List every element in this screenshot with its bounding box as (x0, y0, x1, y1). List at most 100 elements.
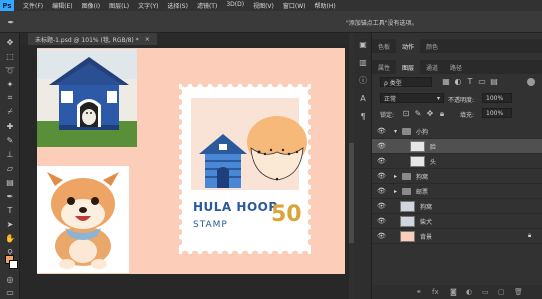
layer-name: 脸 (430, 143, 437, 151)
document-tab[interactable]: 未标题-1.psd @ 101% (毯, RGB/8) * × (28, 33, 157, 45)
quick-mask-icon[interactable]: ◎ (3, 273, 17, 285)
gradient-tool-icon[interactable]: ▤ (3, 176, 17, 188)
hand-tool-icon[interactable]: ✋ (3, 232, 17, 244)
opacity-input[interactable]: 100% (482, 93, 512, 103)
brush-settings-icon[interactable]: ▥ (357, 57, 369, 68)
chevron-right-icon[interactable]: ▸ (394, 173, 397, 180)
lock-pixels-icon[interactable]: ✎ (412, 108, 424, 119)
filter-smart-icon[interactable]: ▤ (488, 76, 500, 87)
tab-layers-1[interactable]: 图层 (396, 60, 421, 74)
move-tool-icon[interactable]: ✥ (3, 36, 17, 48)
layer-row[interactable]: 👁︎ ▾ 小狗 (372, 124, 542, 139)
menu-item[interactable]: 图像(I) (82, 1, 100, 10)
canvas[interactable]: HULA HOOP STAMP 50 (37, 48, 345, 274)
right-panels: 色板 动作 颜色 属性 图层 通道 路径 ρ 类型 ▦ ◐ T ▭ ▤ 正常 ▾ 不透明度… (372, 33, 542, 299)
background-color-swatch[interactable] (9, 260, 18, 269)
menu-item[interactable]: 窗口(W) (283, 1, 306, 10)
pen-tool-icon[interactable]: ✒ (3, 190, 17, 202)
menu-item[interactable]: 编辑(E) (52, 1, 72, 10)
adjust-icon[interactable]: ◐ (466, 288, 472, 296)
tab-top-0[interactable]: 色板 (372, 39, 396, 53)
filter-toggle-icon[interactable] (527, 78, 535, 86)
healing-tool-icon[interactable]: ✚ (3, 120, 17, 132)
visibility-eye-icon[interactable]: 👁︎ (377, 127, 386, 135)
tab-top-1[interactable]: 动作 (396, 39, 421, 53)
layer-row[interactable]: 👁︎ 脸 (372, 139, 542, 154)
document-tab-bar: 未标题-1.psd @ 101% (毯, RGB/8) * × (20, 33, 350, 45)
menu-item[interactable]: 图层(L) (109, 1, 129, 10)
panel-icon-strip: ▣ ▥ ⓘ A ¶ (354, 33, 372, 299)
tab-layers-3[interactable]: 路径 (444, 60, 468, 74)
stamp-tool-icon[interactable]: ⊥ (3, 148, 17, 160)
eraser-tool-icon[interactable]: ▱ (3, 162, 17, 174)
lock-transparent-icon[interactable]: ⊡ (400, 108, 412, 119)
menu-item[interactable]: 文件(F) (23, 1, 43, 10)
chevron-down-icon: ▾ (436, 94, 440, 102)
magic-wand-tool-icon[interactable]: ✦ (3, 78, 17, 90)
visibility-eye-icon[interactable]: 👁︎ (377, 172, 386, 180)
new-layer-icon[interactable]: ▢ (498, 288, 505, 296)
tab-layers-2[interactable]: 通道 (420, 60, 444, 74)
lock-all-icon[interactable]: 🔒︎ (436, 108, 448, 119)
screen-mode-icon[interactable]: ▭ (3, 286, 17, 298)
visibility-eye-icon[interactable]: 👁︎ (377, 217, 386, 225)
blend-mode-select[interactable]: 正常 ▾ (380, 93, 444, 103)
filter-pixel-icon[interactable]: ▦ (440, 76, 452, 87)
fill-input[interactable]: 100% (482, 108, 512, 118)
visibility-eye-icon[interactable]: 👁︎ (377, 232, 386, 240)
layer-filter-select[interactable]: ρ 类型 (380, 77, 432, 87)
folder-icon (402, 187, 411, 195)
blend-mode-value: 正常 (384, 95, 397, 103)
lasso-tool-icon[interactable]: ➰ (3, 64, 17, 76)
layer-thumbnail (410, 140, 425, 152)
tab-layers-0[interactable]: 属性 (372, 60, 396, 74)
filter-type-icon[interactable]: T (464, 76, 476, 87)
layer-row[interactable]: 👁︎ ▸ 邮票 (372, 184, 542, 199)
chevron-down-icon[interactable]: ▾ (394, 128, 397, 135)
layer-row[interactable]: 👁︎ 头 (372, 154, 542, 169)
layer-row[interactable]: 👁︎ 柴犬 (372, 214, 542, 229)
visibility-eye-icon[interactable]: 👁︎ (377, 187, 386, 195)
document-title: 未标题-1.psd @ 101% (毯, RGB/8) * (35, 36, 139, 44)
filter-shape-icon[interactable]: ▭ (476, 76, 488, 87)
layer-row[interactable]: 👁︎ 狗窝 (372, 199, 542, 214)
mask-icon[interactable]: ◙ (450, 288, 457, 296)
fx-icon[interactable]: fx (432, 288, 439, 296)
options-hint: "添加锚点工具"没有选项。 (346, 20, 418, 27)
marquee-tool-icon[interactable]: ⬚ (3, 50, 17, 62)
menu-item[interactable]: 3D(D) (226, 1, 244, 10)
paragraph-icon[interactable]: ¶ (357, 111, 369, 122)
visibility-eye-icon[interactable]: 👁︎ (377, 142, 386, 150)
link-icon[interactable]: ⚭ (416, 288, 422, 296)
tools-panel: ✥ ⬚ ➰ ✦ ⌗ ⌿ ✚ ✎ ⊥ ▱ ▤ ✒ T ➤ ✋ ⚲ ◎ ▭ (0, 33, 20, 299)
visibility-eye-icon[interactable]: 👁︎ (377, 157, 386, 165)
brush-tool-icon[interactable]: ✎ (3, 134, 17, 146)
options-bar: ✒ "添加锚点工具"没有选项。 (0, 11, 542, 33)
visibility-eye-icon[interactable]: 👁︎ (377, 202, 386, 210)
info-icon[interactable]: ⓘ (357, 75, 369, 86)
menu-item[interactable]: 文字(Y) (138, 1, 158, 10)
trash-icon[interactable]: 🗑︎ (514, 288, 523, 296)
path-select-tool-icon[interactable]: ➤ (3, 218, 17, 230)
layer-row[interactable]: 👁︎ ▸ 狗窝 (372, 169, 542, 184)
character-icon[interactable]: A (357, 93, 369, 104)
tab-top-2[interactable]: 颜色 (420, 39, 444, 53)
chevron-right-icon[interactable]: ▸ (394, 188, 397, 195)
fill-label: 填充: (460, 112, 475, 119)
menu-item[interactable]: 帮助(H) (315, 1, 336, 10)
menu-item[interactable]: 视图(V) (253, 1, 274, 10)
layer-thumbnail (400, 200, 415, 212)
menu-item[interactable]: 选择(S) (167, 1, 188, 10)
folder-icon[interactable]: ▭ (482, 288, 489, 296)
type-tool-icon[interactable]: T (3, 204, 17, 216)
history-icon[interactable]: ▣ (357, 39, 369, 50)
pen-tool-icon[interactable]: ✒ (4, 16, 18, 28)
crop-tool-icon[interactable]: ⌗ (3, 92, 17, 104)
filter-adjust-icon[interactable]: ◐ (452, 76, 464, 87)
lock-position-icon[interactable]: ✥ (424, 108, 436, 119)
menu-items: 文件(F) 编辑(E) 图像(I) 图层(L) 文字(Y) 选择(S) 滤镜(T) 3D(D)… (14, 1, 336, 10)
eyedropper-tool-icon[interactable]: ⌿ (3, 106, 17, 118)
menu-item[interactable]: 滤镜(T) (197, 1, 217, 10)
close-tab-icon[interactable]: × (145, 36, 150, 43)
layer-row[interactable]: 👁︎ 背景 🔒︎ (372, 229, 542, 244)
